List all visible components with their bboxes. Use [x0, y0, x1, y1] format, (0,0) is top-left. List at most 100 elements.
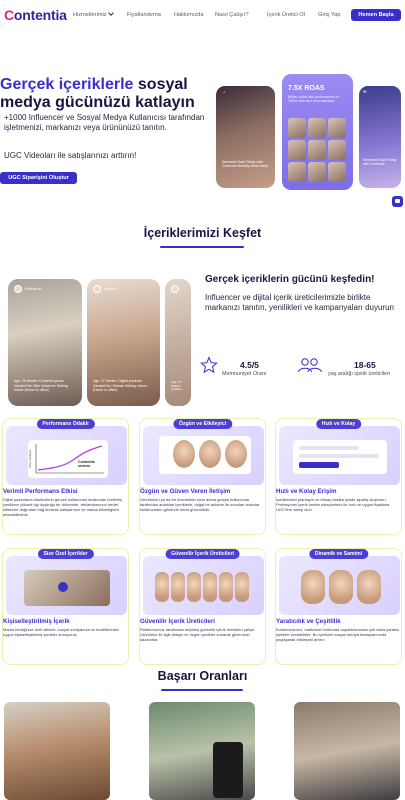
nav-services[interactable]: Hizmetlerimiz: [73, 10, 114, 18]
creator-photo: [203, 572, 217, 602]
creator-photo: [357, 570, 381, 604]
creator-photo: [219, 572, 233, 602]
stat-satisfaction-label: Memnuniyet Oranı: [222, 371, 267, 377]
thumbnail: [328, 118, 346, 138]
hero-title-highlight: Gerçek içeriklerle: [0, 76, 134, 93]
feature-image: [143, 426, 264, 485]
thumbnail: [308, 162, 326, 182]
order-form-mockup: [293, 440, 387, 474]
feature-title: Kişiselleştirilmiş İçerik: [3, 618, 70, 625]
hero-roas-card: 7.5X ROAS Billion-dollar Ads performance…: [282, 74, 353, 190]
stat-satisfaction-value: 4.5/5: [240, 360, 259, 370]
feature-card-custom: Size Özel İçerikler Kişiselleştirilmiş İ…: [2, 548, 129, 665]
logo-text: ontentia: [13, 7, 67, 23]
nav-about[interactable]: Hakkımızda: [174, 12, 204, 18]
success-section-title: Başarı Oranları: [157, 669, 248, 683]
creator-video-2[interactable]: Aleda E. Age: 27 Worker: Digital product…: [87, 279, 160, 406]
performance-chart: Satış / Etkileşim Contentia seninle: [28, 440, 108, 478]
meta-icon: ∞: [363, 89, 367, 95]
feature-image: [143, 556, 264, 615]
star-icon: [200, 356, 218, 374]
hero-title-part1: sosyal: [137, 76, 188, 93]
chat-icon[interactable]: [392, 196, 403, 207]
hero-subtitle: UGC Videoları ile satışlarınızı arttırın…: [4, 151, 137, 160]
feature-title: Güvenilir İçerik Üreticileri: [140, 618, 215, 625]
success-image-2: [149, 702, 255, 800]
avatar: [93, 285, 101, 293]
creator-photo: [225, 440, 247, 468]
users-icon: [298, 358, 322, 373]
feature-title: Özgün ve Güven Veren İletişim: [140, 488, 231, 495]
explore-section-title: İçeriklerimizi Keşfet: [143, 226, 262, 240]
thumbnail: [308, 118, 326, 138]
creator-details: Age: 28 Worker: Domestic goods Gender/He…: [14, 379, 69, 392]
avatar: [14, 285, 22, 293]
creator-photo: [155, 572, 169, 602]
tiktok-icon: ♪: [223, 89, 225, 94]
creator-photo: [173, 440, 195, 468]
top-nav: Contentia Hizmetlerimiz Fiyatlandırma Ha…: [0, 0, 405, 32]
thumbnail: [288, 140, 306, 160]
feature-title: Yaratıcılık ve Çeşitlilik: [276, 618, 341, 625]
nav-become-creator[interactable]: İçerik Üretici Ol: [267, 12, 305, 18]
nav-pricing[interactable]: Fiyatlandırma: [127, 12, 161, 18]
success-image-3: [294, 702, 400, 800]
creator-video-1[interactable]: Efekan M. Age: 28 Worker: Domestic goods…: [8, 279, 82, 406]
roas-title: 7.5X ROAS: [288, 85, 325, 92]
create-ugc-order-button[interactable]: UGC Siparişini Oluştur: [0, 172, 77, 184]
hero-phone-caption-3: Weekend Rush Friday with Contentia: [363, 158, 397, 166]
start-now-button[interactable]: Hemen Başla: [351, 9, 401, 21]
play-icon: [58, 582, 68, 592]
logo[interactable]: Contentia: [4, 7, 67, 23]
feature-card-authentic: Özgün ve Etkileyici Özgün ve Güven Veren…: [139, 418, 266, 535]
feature-text: İçeriklerinizi planlayın ve birkaç dakik…: [276, 497, 390, 512]
feature-pill: Güvenilir İçerik Üreticileri: [165, 549, 240, 559]
feature-text: Marka kimliğinize özel dilinize, sosyal …: [3, 627, 119, 637]
roas-thumbnails: [288, 118, 348, 182]
creator-photo: [199, 440, 221, 468]
title-underline: [161, 689, 243, 691]
chart-y-label: Satış / Etkileşim: [29, 449, 32, 468]
creator-video-3[interactable]: Age: 27 Worker: Outdoor: [165, 279, 191, 406]
avatar: [171, 285, 179, 293]
thumbnail: [328, 162, 346, 182]
explore-description: Influencer ve dijital içerik üreticileri…: [205, 293, 394, 312]
feature-pill: Özgün ve Etkileyici: [172, 419, 233, 429]
nav-how-it-works[interactable]: Nasıl Çalışır?: [215, 12, 249, 18]
creator-photo: [171, 572, 185, 602]
feature-image: [6, 556, 127, 615]
stat-age-range-label: yaş aralığı içerik üreticileri: [328, 371, 391, 377]
roas-subtitle: Billion-dollar Ads performance on TikTok…: [288, 95, 340, 104]
chevron-down-icon: [107, 10, 114, 16]
feature-card-fast: Hızlı ve Kolay Hızlı ve Kolay Erişim İçe…: [275, 418, 402, 535]
feature-title: Verimli Performans Etkisi: [3, 488, 78, 495]
hero-description: +1000 Influencer ve Sosyal Medya Kullanı…: [4, 113, 205, 132]
feature-text: Kullanıcılarınız, markanızı hakkında duy…: [276, 627, 400, 642]
hero-phone-video-1[interactable]: ♪ Weekend Rush Friday with Contentia Mon…: [216, 86, 275, 188]
creator-photo: [235, 572, 249, 602]
thumbnail: [328, 140, 346, 160]
hero-phone-video-3[interactable]: ∞ Weekend Rush Friday with Contentia: [359, 86, 401, 188]
feature-image: Satış / Etkileşim Contentia seninle: [6, 426, 127, 485]
feature-card-performance: Performans Odaklı Satış / Etkileşim Cont…: [2, 418, 129, 535]
thumbnail: [288, 118, 306, 138]
title-underline: [160, 246, 244, 248]
nav-services-label: Hizmetlerimiz: [73, 12, 107, 18]
feature-text: Dijital pazarlama tüketicilerin gerçek k…: [3, 497, 123, 517]
feature-card-creative: Dinamik ve Samimi Yaratıcılık ve Çeşitli…: [275, 548, 402, 665]
feature-image: [279, 426, 400, 485]
feature-pill: Hızlı ve Kolay: [315, 419, 362, 429]
creator-photo: [329, 570, 353, 604]
creator-photo: [187, 572, 201, 602]
creator-details: Age: 27 Worker: Digital products Gender/…: [93, 379, 148, 392]
stat-age-range-value: 18-65: [354, 360, 376, 370]
chart-annotation: Contentia seninle: [78, 460, 95, 468]
hero-phone-caption-1: Weekend Rush Friday with Contentia Month…: [222, 160, 268, 168]
nav-login[interactable]: Giriş Yap: [318, 12, 341, 18]
hero-title: Gerçek içeriklerle sosyal medya gücünüzü…: [0, 76, 215, 112]
creator-photo: [301, 570, 325, 604]
creator-name: Efekan M.: [14, 285, 42, 293]
creator-name: [171, 285, 179, 293]
feature-pill: Performans Odaklı: [36, 419, 95, 429]
feature-image: [279, 556, 400, 615]
